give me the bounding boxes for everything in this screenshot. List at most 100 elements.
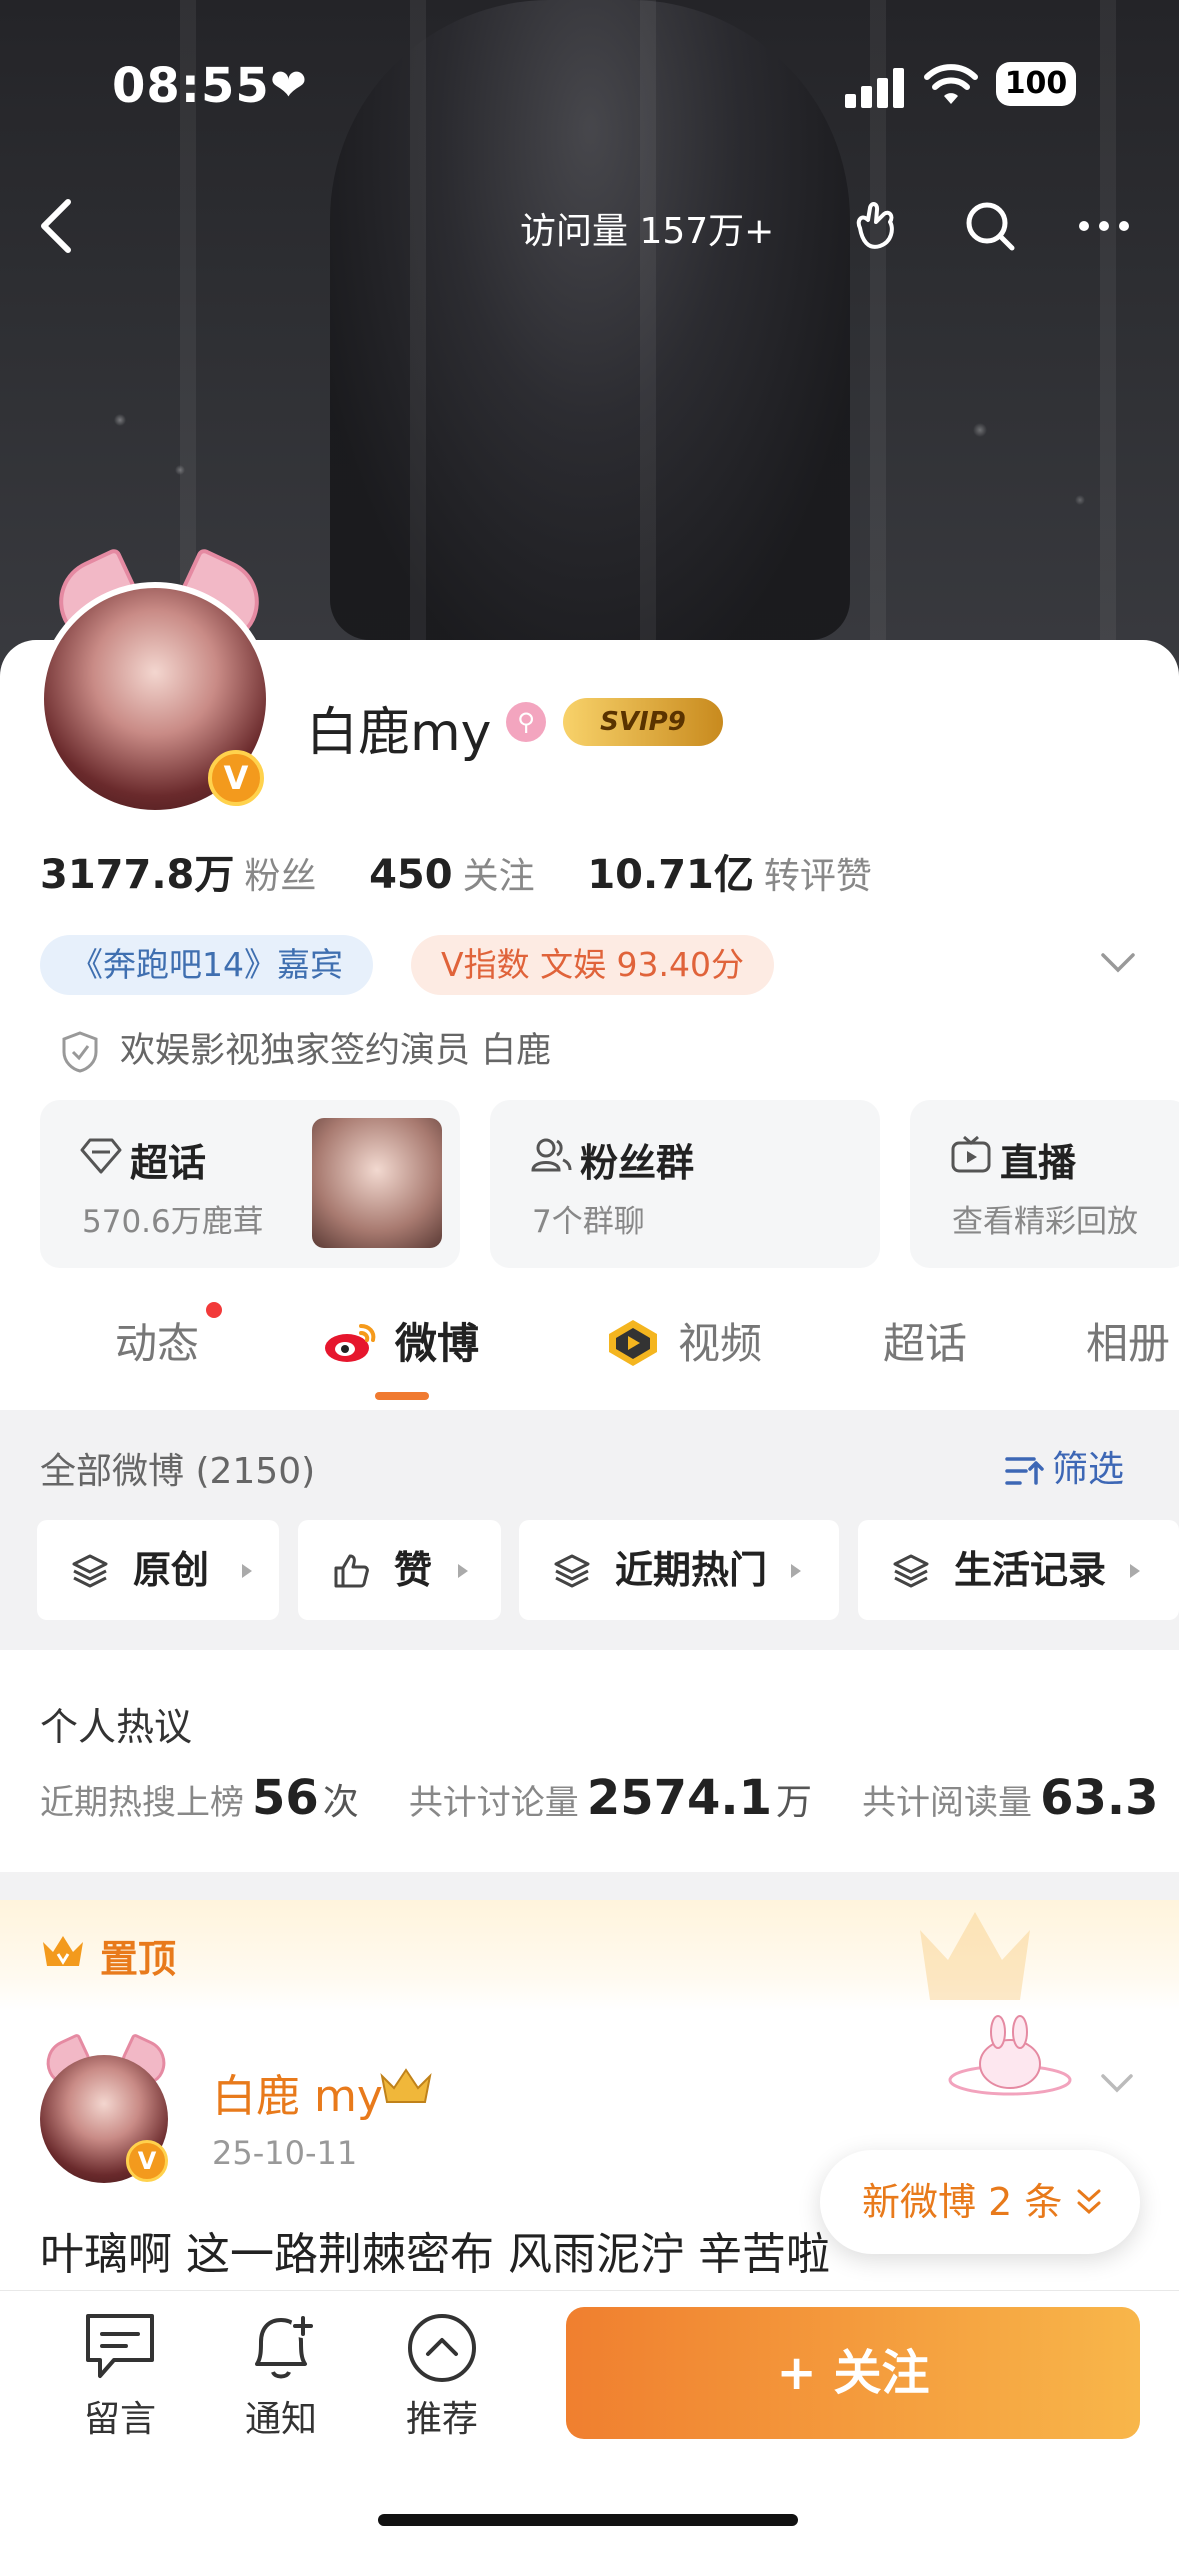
gesture-hand-icon[interactable] — [846, 198, 902, 254]
home-indicator — [378, 2514, 798, 2526]
layers-icon — [554, 1554, 590, 1588]
double-chevron-down-icon — [1077, 2189, 1101, 2215]
diamond-icon — [80, 1138, 122, 1174]
thumb-up-icon — [334, 1554, 369, 1588]
notify-button[interactable]: 通知 — [221, 2310, 341, 2442]
stat-followers[interactable]: 3177.8万 粉丝 — [40, 852, 356, 898]
verified-v-badge-icon: V — [208, 750, 264, 806]
crown-decoration-icon — [920, 1912, 1030, 2000]
tv-icon — [951, 1135, 991, 1173]
discussion-value: 2574.1 — [586, 1770, 773, 1826]
hot-stats-row[interactable]: 近期热搜上榜 56 次 共计讨论量 2574.1 万 共计阅读量 63.3 — [40, 1770, 1163, 1826]
caret-right-icon — [791, 1564, 801, 1578]
hot-search-unit: 次 — [322, 1782, 359, 1823]
new-posts-button[interactable]: 新微博 2 条 — [820, 2150, 1140, 2254]
crown-icon — [43, 1936, 83, 1966]
tab-album[interactable]: 相册 — [1086, 1310, 1170, 1371]
supertopic-sub: 570.6万鹿茸 — [82, 1204, 264, 1240]
chip-original-label: 原创 — [133, 1548, 210, 1592]
more-icon[interactable] — [1076, 198, 1132, 254]
back-arrow-icon[interactable] — [30, 196, 90, 256]
live-sub: 查看精彩回放 — [952, 1204, 1138, 1240]
fan-group-card[interactable]: 粉丝群 7个群聊 — [490, 1100, 880, 1268]
post-text[interactable]: 叶璃啊 这一路荆棘密布 风雨泥泞 辛苦啦 — [40, 2218, 830, 2282]
visit-count[interactable]: 访问量 157万+ — [520, 202, 774, 254]
filter-label: 筛选 — [1052, 1449, 1125, 1490]
tab-video[interactable]: 视频 — [678, 1310, 762, 1371]
chevron-down-icon[interactable] — [1100, 950, 1136, 976]
bell-plus-icon — [255, 2314, 315, 2379]
new-posts-label: 新微博 2 条 — [862, 2180, 1063, 2224]
reads-value: 63.3 — [1040, 1770, 1159, 1826]
fan-group-title: 粉丝群 — [580, 1141, 695, 1185]
discussion-unit: 万 — [776, 1782, 813, 1823]
heart-icon: ❤ — [270, 60, 307, 111]
live-card[interactable]: 直播 查看精彩回放 — [910, 1100, 1179, 1268]
filter-icon — [1005, 1457, 1044, 1485]
stat-following[interactable]: 450 关注 — [369, 852, 575, 898]
search-icon[interactable] — [962, 198, 1018, 254]
tab-supertopic[interactable]: 超话 — [883, 1310, 967, 1371]
comment-button[interactable]: 留言 — [60, 2310, 180, 2442]
hot-search-label: 近期热搜上榜 — [40, 1783, 244, 1823]
chip-original[interactable]: 原创 — [37, 1520, 279, 1620]
profile-stats: 3177.8万 粉丝 450 关注 10.71亿 转评赞 — [40, 842, 912, 900]
status-time: 08:55 — [112, 58, 270, 114]
svip-badge[interactable]: SVIP9 — [563, 698, 723, 746]
caret-right-icon — [1130, 1564, 1140, 1578]
active-tab-indicator — [375, 1392, 429, 1400]
comment-label: 留言 — [83, 2399, 156, 2440]
hot-section-title: 个人热议 — [40, 1705, 193, 1749]
vip-crown-icon — [380, 2068, 432, 2103]
caret-right-icon — [242, 1564, 252, 1578]
post-date: 25-10-11 — [212, 2134, 358, 2172]
tab-dynamic[interactable]: 动态 — [115, 1310, 199, 1371]
notify-label: 通知 — [244, 2399, 317, 2440]
verification-info: 欢娱影视独家签约演员 白鹿 — [60, 1022, 551, 1074]
layers-icon — [72, 1554, 108, 1588]
fan-group-sub: 7个群聊 — [532, 1204, 645, 1240]
section-divider — [0, 1872, 1179, 1900]
stat-interactions[interactable]: 10.71亿 转评赞 — [587, 852, 912, 898]
cellular-signal-icon — [845, 66, 905, 108]
supertopic-title: 超话 — [130, 1141, 207, 1185]
post-verified-badge-icon: V — [126, 2140, 168, 2182]
discussion-label: 共计讨论量 — [408, 1783, 579, 1823]
group-people-icon — [531, 1138, 572, 1172]
magnifier-badge-icon[interactable]: ⚲ — [506, 702, 546, 742]
caret-right-icon — [458, 1564, 468, 1578]
follow-button[interactable]: + 关注 — [566, 2307, 1140, 2439]
filter-button[interactable]: 筛选 — [1004, 1440, 1124, 1492]
chip-life-record[interactable]: 生活记录 — [858, 1520, 1179, 1620]
video-play-icon — [609, 1320, 657, 1366]
live-title: 直播 — [1000, 1141, 1077, 1185]
reads-label: 共计阅读量 — [862, 1783, 1033, 1823]
chip-liked-label: 赞 — [394, 1548, 433, 1592]
battery-indicator: 100 — [996, 62, 1076, 106]
chip-liked[interactable]: 赞 — [298, 1520, 501, 1620]
layers-icon — [893, 1554, 929, 1588]
post-author[interactable]: 白鹿 my — [212, 2060, 383, 2124]
unread-dot — [206, 1302, 222, 1318]
all-weibo-count: 全部微博 (2150) — [40, 1451, 316, 1492]
chip-life-record-label: 生活记录 — [954, 1548, 1107, 1592]
recommend-label: 推荐 — [405, 2399, 478, 2440]
supertopic-thumbnail — [312, 1118, 442, 1248]
tab-weibo[interactable]: 微博 — [395, 1310, 479, 1371]
profile-page: 08:55 ❤ 100 访问量 157万+ V 白鹿my ⚲ SVIP9 317… — [0, 0, 1179, 2556]
bunny-decoration-icon — [948, 2015, 1072, 2096]
guest-tag[interactable]: 《奔跑吧14》嘉宾 — [40, 935, 373, 995]
status-bar: 08:55 ❤ 100 — [0, 0, 1179, 170]
chip-recent-hot-label: 近期热门 — [615, 1548, 768, 1592]
top-nav: 访问量 157万+ — [0, 180, 1179, 270]
chevron-up-circle-icon — [408, 2314, 476, 2382]
v-index-tag[interactable]: V指数 文娱 93.40分 — [411, 935, 775, 995]
chevron-down-icon[interactable] — [1100, 2072, 1134, 2096]
weibo-logo-icon — [325, 1324, 376, 1362]
verification-text: 欢娱影视独家签约演员 白鹿 — [120, 1031, 552, 1071]
recommend-button[interactable]: 推荐 — [382, 2310, 502, 2442]
chip-recent-hot[interactable]: 近期热门 — [519, 1520, 839, 1620]
message-icon — [86, 2314, 154, 2378]
supertopic-card[interactable]: 超话 570.6万鹿茸 — [40, 1100, 460, 1268]
profile-name: 白鹿my — [306, 703, 492, 763]
